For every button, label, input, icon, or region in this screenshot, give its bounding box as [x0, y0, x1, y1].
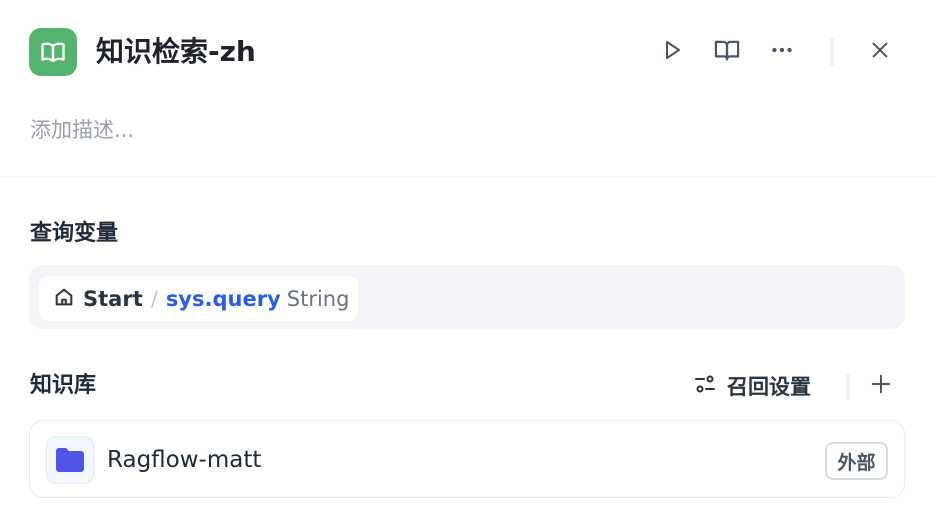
plus-icon	[870, 373, 892, 399]
header-divider	[831, 38, 833, 66]
node-config-panel: 知识检索-zh 添加描述... 查询变量 Start / sys.query S…	[0, 0, 938, 530]
knowledge-name: Ragflow-matt	[107, 447, 262, 473]
path-separator: /	[150, 286, 158, 311]
recall-settings-button[interactable]: 召回设置	[693, 370, 811, 402]
node-title[interactable]: 知识检索-zh	[96, 32, 256, 72]
recall-settings-label: 召回设置	[727, 375, 811, 399]
sliders-icon	[693, 372, 717, 400]
home-icon	[53, 286, 75, 312]
book-icon	[713, 36, 741, 68]
query-variable-selector[interactable]: Start / sys.query String	[29, 265, 905, 329]
description-input[interactable]: 添加描述...	[30, 114, 134, 146]
more-icon	[769, 37, 795, 67]
source-node-name: Start	[83, 286, 143, 311]
external-badge: 外部	[825, 442, 888, 480]
add-knowledge-button[interactable]	[866, 370, 896, 402]
more-button[interactable]	[765, 35, 799, 69]
book-open-icon	[29, 28, 77, 76]
panel-header: 知识检索-zh 添加描述...	[0, 0, 938, 177]
close-icon	[869, 39, 891, 65]
variable-chip[interactable]: Start / sys.query String	[39, 276, 358, 321]
variable-type: String	[286, 286, 350, 311]
kb-actions-divider	[847, 374, 849, 400]
run-button[interactable]	[655, 35, 689, 69]
close-button[interactable]	[863, 35, 897, 69]
folder-icon	[46, 436, 94, 484]
query-variable-title: 查询变量	[30, 221, 119, 246]
help-doc-button[interactable]	[710, 35, 744, 69]
knowledge-base-title: 知识库	[30, 373, 97, 398]
knowledge-item[interactable]: Ragflow-matt 外部	[29, 420, 905, 498]
variable-name: sys.query	[165, 286, 281, 311]
play-icon	[660, 38, 684, 66]
